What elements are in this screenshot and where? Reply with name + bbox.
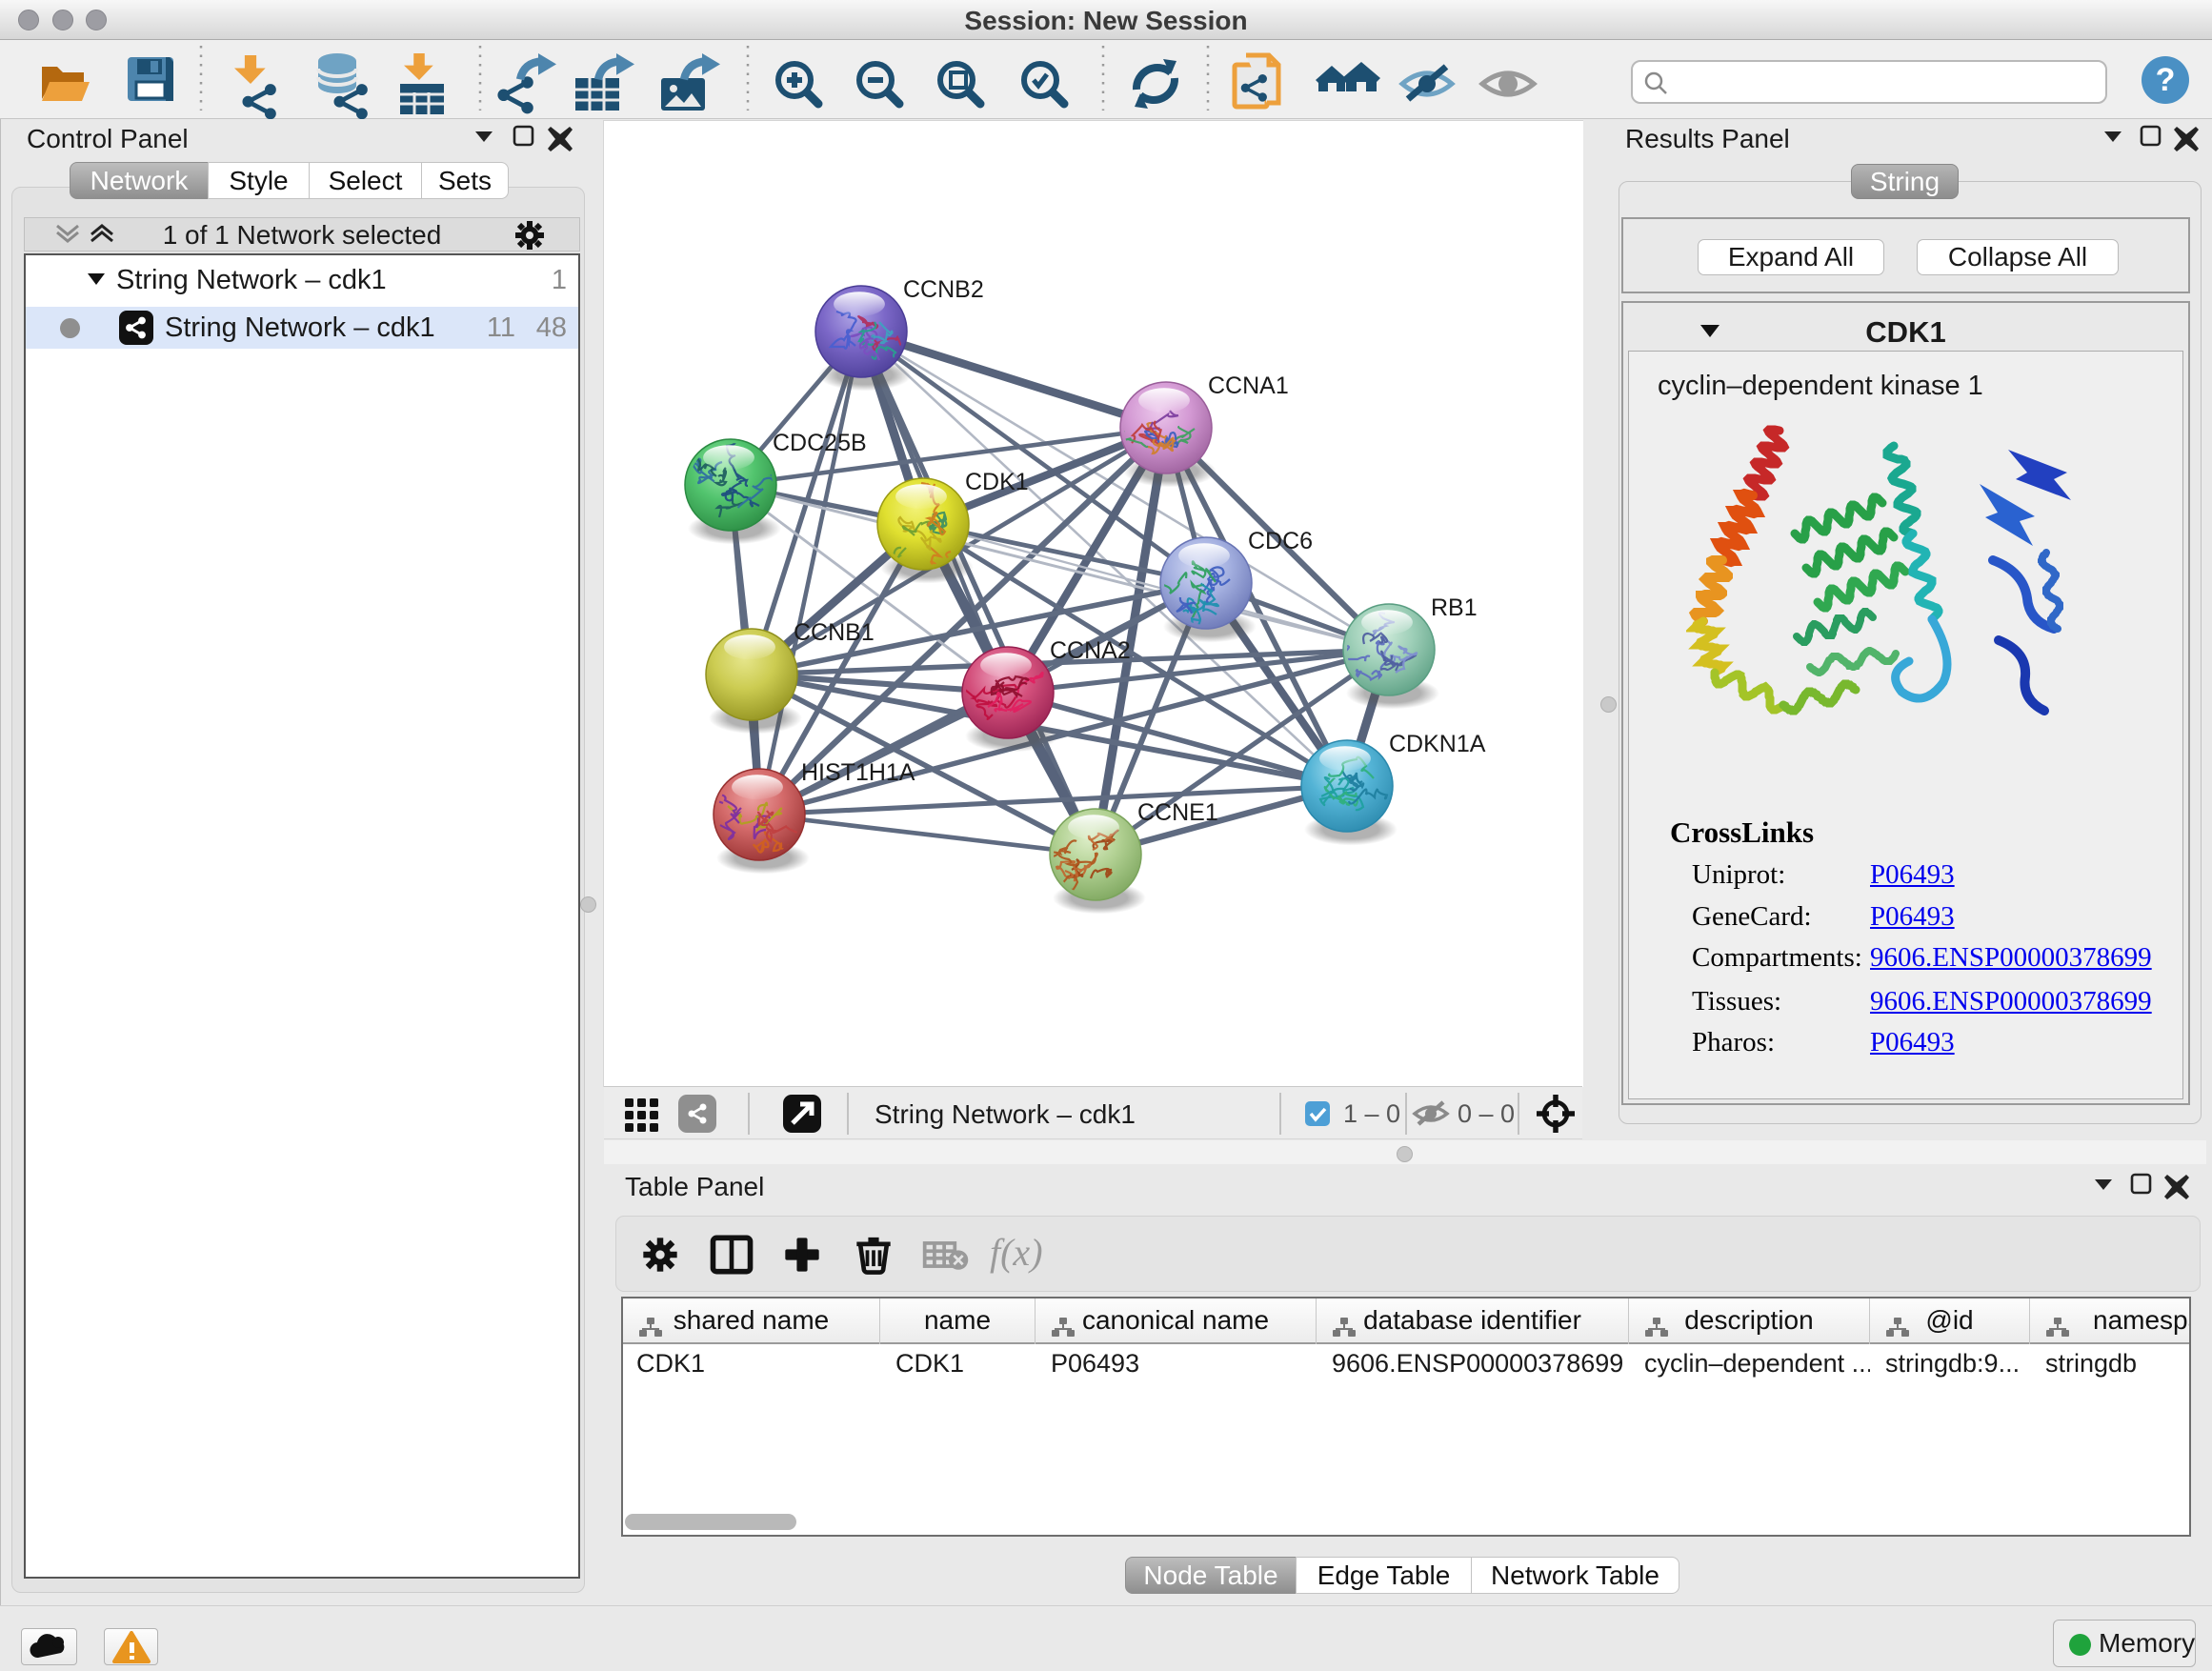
svg-text:0 – 0: 0 – 0 [1458, 1099, 1515, 1128]
svg-text:HIST1H1A: HIST1H1A [801, 759, 915, 786]
svg-text:CDK1: CDK1 [965, 469, 1029, 495]
svg-text:RB1: RB1 [1431, 594, 1478, 621]
svg-text:CDC25B: CDC25B [773, 430, 867, 456]
svg-text:CDC6: CDC6 [1248, 528, 1313, 554]
svg-text:CDKN1A: CDKN1A [1389, 731, 1486, 757]
svg-text:CCNE1: CCNE1 [1137, 799, 1218, 826]
svg-text:1 – 0: 1 – 0 [1343, 1099, 1400, 1128]
svg-text:String Network – cdk1: String Network – cdk1 [875, 1099, 1136, 1129]
svg-text:CCNB1: CCNB1 [794, 619, 875, 646]
svg-text:CCNA2: CCNA2 [1050, 637, 1131, 664]
svg-text:CCNA1: CCNA1 [1208, 372, 1289, 399]
svg-text:CCNB2: CCNB2 [903, 276, 984, 303]
